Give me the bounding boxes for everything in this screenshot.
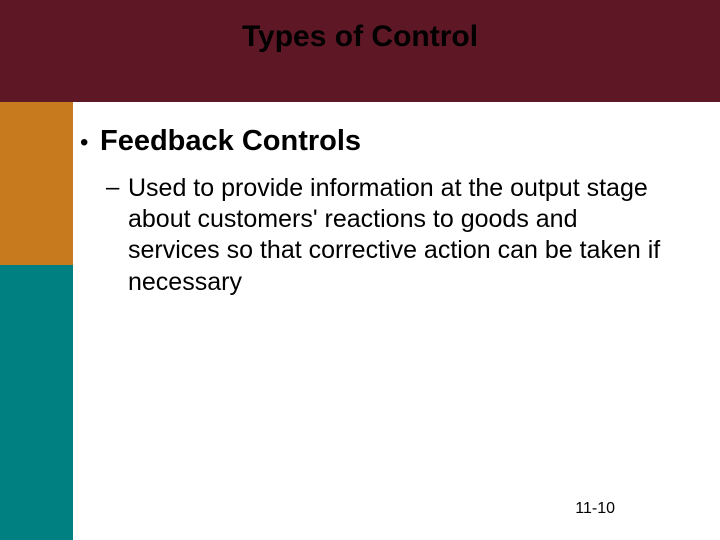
content-area: • Feedback Controls – Used to provide in… (78, 124, 698, 298)
bullet-label: Feedback Controls (100, 124, 361, 159)
sidebar-orange (0, 102, 73, 265)
sub-bullet-item: – Used to provide information at the out… (78, 173, 698, 298)
sub-bullet-marker: – (106, 173, 128, 203)
slide-number: 11-10 (575, 500, 615, 518)
slide: Types of Control • Feedback Controls – U… (0, 0, 720, 540)
sub-bullet-text: Used to provide information at the outpu… (128, 173, 668, 298)
slide-title: Types of Control (0, 0, 720, 52)
title-band: Types of Control (0, 0, 720, 102)
sidebar-teal (0, 265, 73, 540)
bullet-item: • Feedback Controls (78, 124, 698, 159)
bullet-marker: • (78, 129, 100, 158)
